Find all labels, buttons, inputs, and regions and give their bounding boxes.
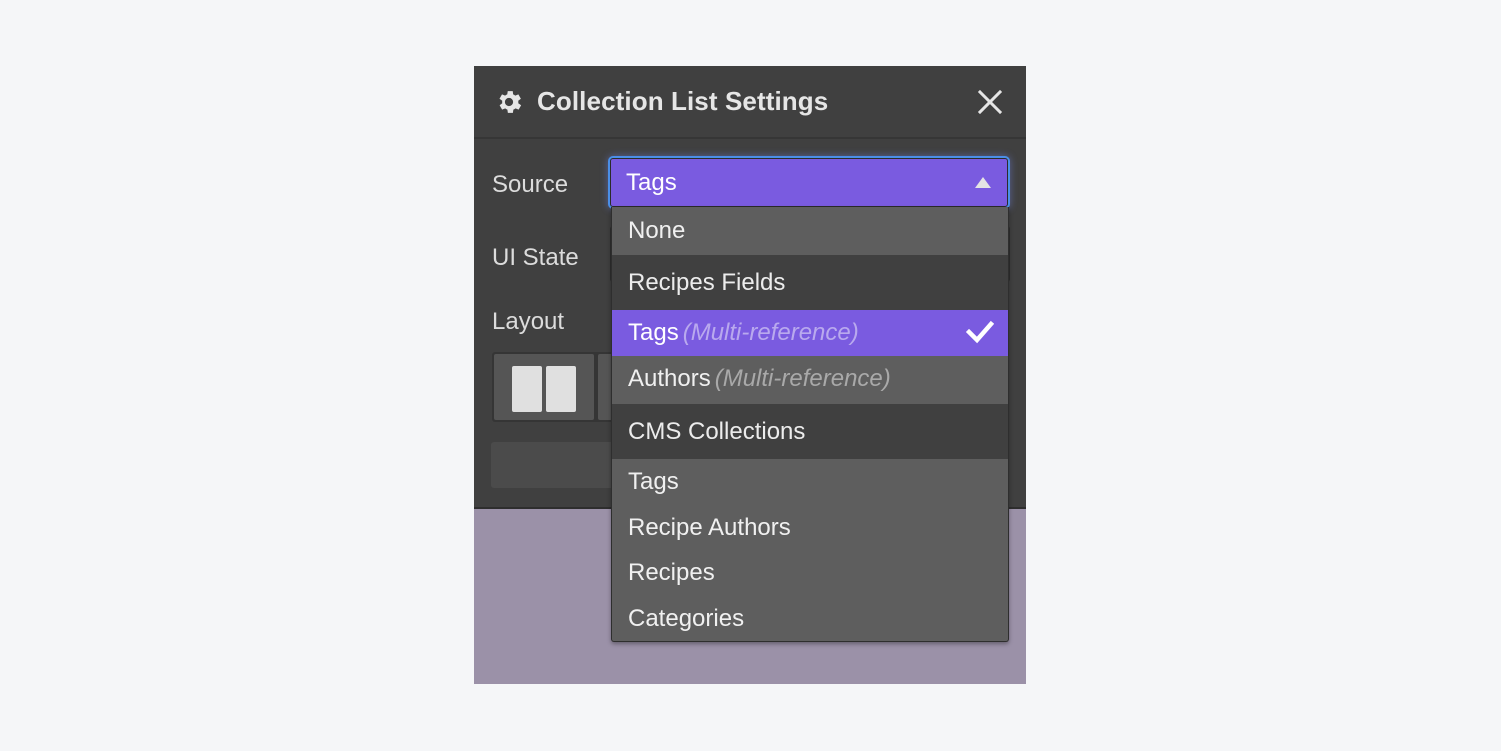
layout-label: Layout: [492, 308, 565, 335]
collection-list-frame: Collection List Settings Source UI State…: [474, 66, 1026, 684]
menu-option-tags-multi-reference[interactable]: Tags (Multi-reference): [612, 310, 1008, 356]
dialog-title: Collection List Settings: [537, 86, 829, 116]
group-label: CMS Collections: [628, 418, 806, 445]
option-label: Recipes: [628, 559, 715, 586]
option-label: None: [628, 217, 686, 244]
two-column-icon: [546, 366, 576, 412]
gear-icon: [499, 91, 522, 113]
option-type: (Multi-reference): [714, 365, 891, 392]
option-label: Authors: [628, 365, 711, 392]
source-dropdown-menu: None Recipes Fields Tags (Multi-reference…: [611, 207, 1009, 642]
panel-header: Collection List Settings: [474, 66, 1026, 139]
two-column-icon: [512, 366, 542, 412]
menu-group-header: Recipes Fields: [612, 255, 1008, 310]
source-select-value: Tags: [626, 169, 677, 196]
close-icon[interactable]: [974, 86, 1006, 118]
source-label: Source: [492, 171, 569, 198]
menu-option-none[interactable]: None: [612, 207, 1008, 255]
checkmark-icon: [966, 320, 994, 344]
menu-option-tags[interactable]: Tags: [612, 459, 1008, 505]
menu-option-categories[interactable]: Categories: [612, 596, 1008, 642]
layout-grid-button[interactable]: [494, 354, 594, 420]
option-type: (Multi-reference): [682, 319, 859, 346]
option-label: Tags: [628, 468, 679, 495]
group-label: Recipes Fields: [628, 269, 786, 296]
option-label: Recipe Authors: [628, 513, 791, 541]
ui-state-label: UI State: [492, 244, 579, 271]
menu-option-recipes[interactable]: Recipes: [612, 550, 1008, 596]
option-label: Categories: [628, 604, 745, 632]
menu-group-header: CMS Collections: [612, 404, 1008, 459]
settings-panel: Collection List Settings Source UI State…: [474, 66, 1026, 642]
menu-option-authors-multi-reference[interactable]: Authors (Multi-reference): [612, 356, 1008, 404]
caret-up-icon: [975, 177, 991, 188]
source-select[interactable]: Tags: [610, 158, 1008, 207]
menu-option-recipe-authors[interactable]: Recipe Authors: [612, 505, 1008, 551]
option-label: Tags: [628, 319, 679, 346]
